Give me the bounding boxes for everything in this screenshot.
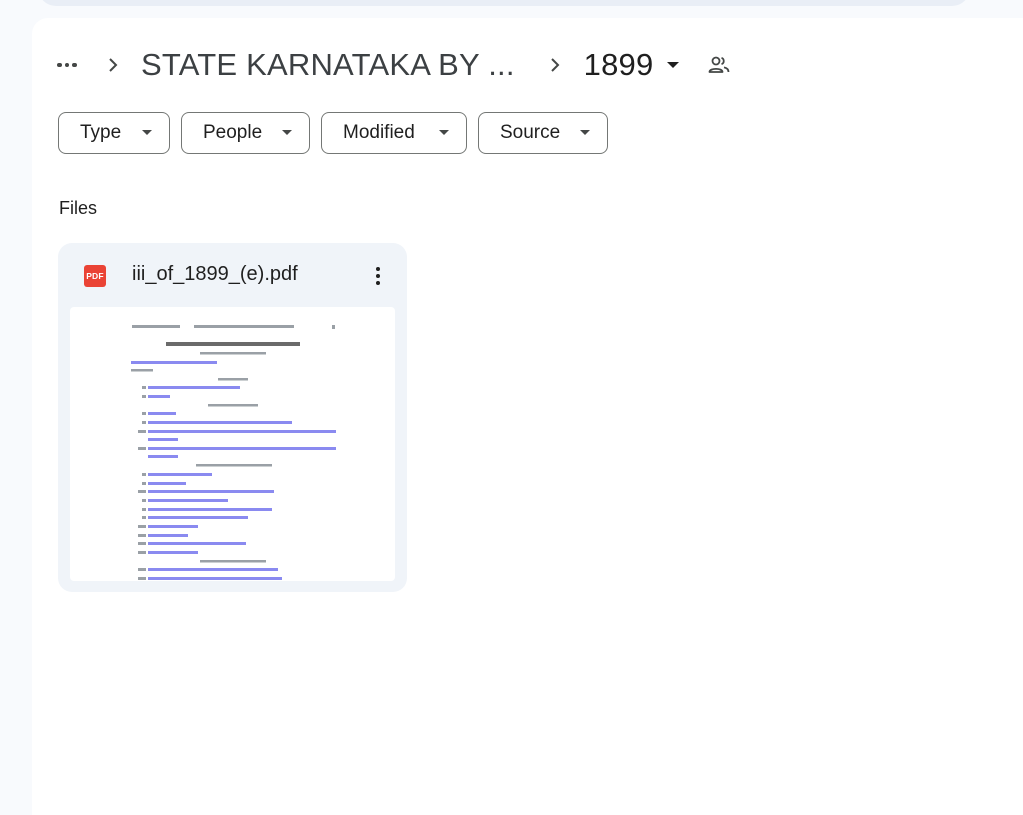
files-section-label: Files <box>59 198 98 218</box>
people-icon[interactable] <box>706 52 732 78</box>
pdf-icon: PDF <box>84 265 106 287</box>
filter-modified-button[interactable]: Modified <box>321 112 467 154</box>
filter-people-label: People <box>203 122 263 143</box>
breadcrumb-parent[interactable]: STATE KARNATAKA BY ... <box>141 47 515 83</box>
more-vert-icon[interactable] <box>363 261 393 291</box>
caret-down-icon <box>580 130 590 135</box>
file-name[interactable]: iii_of_1899_(e).pdf <box>132 263 298 286</box>
chevron-right-icon <box>105 57 121 73</box>
caret-down-icon <box>439 130 449 135</box>
file-card[interactable]: PDF iii_of_1899_(e).pdf <box>58 243 407 592</box>
breadcrumb-current: 1899 <box>583 47 654 82</box>
filter-source-button[interactable]: Source <box>478 112 608 154</box>
breadcrumb: STATE KARNATAKA BY ... 1899 <box>54 42 732 88</box>
chevron-right-icon <box>547 57 563 73</box>
top-strip <box>38 0 970 6</box>
filter-type-label: Type <box>80 122 122 143</box>
caret-down-icon <box>142 130 152 135</box>
more-horiz-icon[interactable] <box>54 52 80 78</box>
caret-down-icon <box>282 130 292 135</box>
filter-type-button[interactable]: Type <box>58 112 170 154</box>
document-preview-image <box>131 325 336 580</box>
breadcrumb-current-folder[interactable]: 1899 <box>584 47 680 83</box>
filter-source-label: Source <box>500 122 561 143</box>
file-thumbnail[interactable] <box>70 307 395 581</box>
filter-modified-label: Modified <box>343 122 415 143</box>
caret-down-icon <box>667 62 680 68</box>
filter-people-button[interactable]: People <box>181 112 310 154</box>
